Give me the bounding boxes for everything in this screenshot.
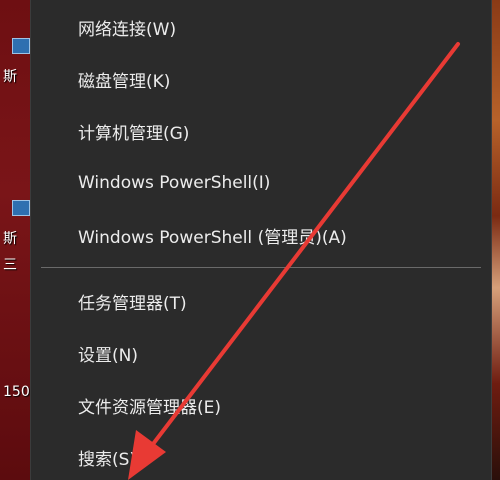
desktop-shortcut-label: 150 — [3, 384, 30, 400]
menu-item-task-manager[interactable]: 任务管理器(T) — [31, 278, 491, 324]
menu-item-powershell-admin[interactable]: Windows PowerShell (管理员)(A) — [31, 212, 491, 258]
menu-item-settings[interactable]: 设置(N) — [31, 330, 491, 376]
desktop-background-left: 斯 斯 三 150 — [0, 0, 30, 480]
desktop-shortcut-label: 斯 — [3, 231, 17, 247]
menu-item-file-explorer[interactable]: 文件资源管理器(E) — [31, 382, 491, 428]
menu-item-network-connections[interactable]: 网络连接(W) — [31, 4, 491, 50]
desktop-shortcut-label: 斯 — [3, 69, 17, 85]
menu-item-disk-management[interactable]: 磁盘管理(K) — [31, 56, 491, 102]
menu-item-powershell[interactable]: Windows PowerShell(I) — [31, 160, 491, 206]
desktop-shortcut-label: 三 — [3, 257, 17, 273]
menu-separator — [41, 267, 481, 268]
menu-item-computer-management[interactable]: 计算机管理(G) — [31, 108, 491, 154]
desktop-shortcut-icon[interactable] — [12, 200, 30, 216]
winx-context-menu: 网络连接(W) 磁盘管理(K) 计算机管理(G) Windows PowerSh… — [30, 0, 492, 480]
menu-item-search[interactable]: 搜索(S) — [31, 434, 491, 480]
desktop-shortcut-icon[interactable] — [12, 38, 30, 54]
